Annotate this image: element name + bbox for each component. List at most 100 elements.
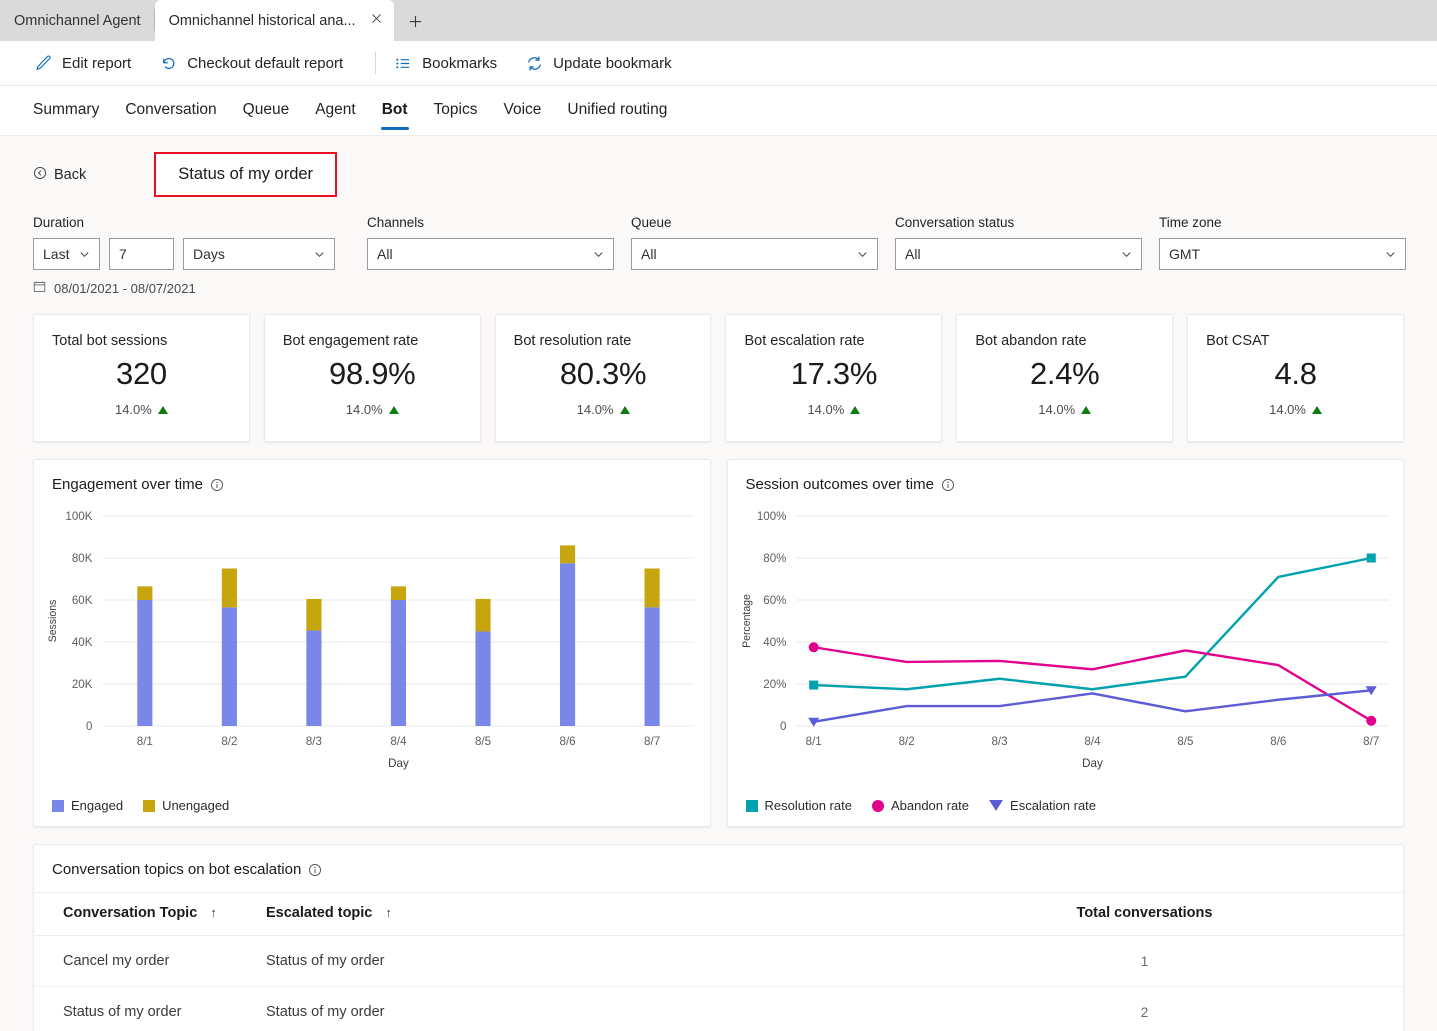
kpi-card-bot-abandon-rate[interactable]: Bot abandon rate 2.4% 14.0% [956, 314, 1174, 442]
svg-text:Day: Day [1082, 758, 1103, 770]
time-zone-value: GMT [1169, 246, 1201, 262]
cell-escalated-topic: Status of my order [266, 986, 886, 1031]
plus-icon[interactable] [400, 6, 432, 36]
engagement-bar-chart[interactable]: 0 20K 40K 60K 80K 100K 8/1 8/2 8/3 8/4 8/5 8/6 8/7 Da… [34, 498, 710, 788]
column-header-escalated-topic[interactable]: Escalated topic ↑ [266, 892, 886, 936]
nav-tab-label: Conversation [125, 100, 217, 118]
back-button[interactable]: Back [33, 166, 86, 184]
kpi-card-bot-csat[interactable]: Bot CSAT 4.8 14.0% [1187, 314, 1404, 442]
kpi-delta-text: 14.0% [114, 402, 152, 417]
queue-select[interactable]: All [631, 238, 878, 270]
browser-tab-1[interactable]: Omnichannel historical ana... [154, 0, 394, 41]
kpi-card-bot-resolution-rate[interactable]: Bot resolution rate 80.3% 14.0% [494, 314, 712, 442]
tab-topics[interactable]: Topics [434, 101, 478, 121]
info-icon[interactable] [210, 478, 224, 492]
svg-text:8/2: 8/2 [898, 736, 914, 748]
time-zone-filter-group: Time zone GMT [1159, 215, 1406, 270]
update-bookmark-button[interactable]: Update bookmark [525, 54, 687, 73]
info-icon[interactable] [941, 478, 955, 492]
channels-select[interactable]: All [367, 238, 614, 270]
kpi-title: Bot resolution rate [513, 333, 632, 349]
trend-up-icon [1081, 405, 1092, 414]
kpi-delta: 14.0% [975, 402, 1154, 417]
tab-summary[interactable]: Summary [33, 101, 99, 121]
back-label: Back [54, 166, 87, 183]
browser-tab-0[interactable]: Omnichannel Agent [0, 0, 155, 41]
edit-report-button[interactable]: Edit report [34, 54, 147, 73]
tab-unified-routing[interactable]: Unified routing [567, 101, 667, 121]
cell-total-conversations: 1 [886, 935, 1403, 987]
kpi-value: 320 [116, 356, 167, 391]
column-label: Conversation Topic [63, 905, 198, 921]
nav-tab-label: Summary [33, 100, 100, 118]
filter-bar: Duration Last 7 Days Channels All Queue … [0, 197, 1437, 270]
tab-voice[interactable]: Voice [503, 101, 541, 121]
trend-up-icon [850, 405, 861, 414]
bookmarks-button[interactable]: Bookmarks [394, 54, 513, 73]
column-label: Escalated topic [266, 905, 373, 921]
queue-label: Queue [631, 215, 672, 230]
duration-mode-value: Last [43, 246, 70, 262]
chart-title: Session outcomes over time [745, 476, 934, 493]
engagement-over-time-panel: Engagement over time 0 20K 40K 60K 80K 100K 8/… [33, 459, 711, 827]
chevron-down-icon [80, 251, 89, 257]
undo-icon [159, 54, 178, 73]
svg-text:8/3: 8/3 [991, 736, 1007, 748]
kpi-delta-text: 14.0% [345, 402, 383, 417]
kpi-card-total-bot-sessions[interactable]: Total bot sessions 320 14.0% [33, 314, 250, 442]
sort-ascending-icon: ↑ [210, 905, 217, 920]
svg-text:8/5: 8/5 [1177, 736, 1193, 748]
column-header-total-conversations[interactable]: Total conversations [886, 892, 1403, 936]
duration-unit-select[interactable]: Days [183, 238, 335, 270]
kpi-card-bot-engagement-rate[interactable]: Bot engagement rate 98.9% 14.0% [263, 314, 481, 442]
table-row[interactable]: Cancel my order Status of my order 1 [34, 935, 1403, 987]
command-label: Edit report [62, 54, 132, 72]
checkout-default-report-button[interactable]: Checkout default report [159, 54, 359, 73]
page-title: Status of my order [154, 152, 338, 197]
legend-label: Engaged [71, 798, 124, 813]
page-header-row: Back Status of my order [0, 136, 1437, 197]
nav-tab-label: Bot [381, 100, 408, 118]
svg-text:Day: Day [388, 758, 409, 770]
tab-bot[interactable]: Bot [380, 100, 409, 130]
tab-queue[interactable]: Queue [243, 101, 290, 121]
legend-item-resolution-rate[interactable]: Resolution rate [745, 798, 852, 813]
legend-item-engaged[interactable]: Engaged [52, 798, 123, 813]
legend-item-unengaged[interactable]: Unengaged [143, 798, 229, 813]
kpi-card-bot-escalation-rate[interactable]: Bot escalation rate 17.3% 14.0% [725, 314, 943, 442]
table-row[interactable]: Status of my order Status of my order 2 [34, 986, 1403, 1031]
duration-amount-value: 7 [119, 246, 127, 262]
svg-text:Sessions: Sessions [47, 600, 59, 643]
trend-up-icon [157, 405, 168, 414]
refresh-icon [525, 54, 544, 73]
legend-swatch [143, 799, 156, 812]
close-icon[interactable] [368, 12, 386, 30]
channels-value: All [377, 246, 393, 262]
kpi-title: Bot CSAT [1206, 333, 1270, 349]
trend-up-icon [388, 405, 399, 414]
tab-conversation[interactable]: Conversation [125, 101, 216, 121]
chevron-down-icon [1386, 251, 1395, 257]
cell-conversation-topic: Cancel my order [34, 935, 266, 987]
svg-text:8/4: 8/4 [390, 736, 407, 748]
tab-agent[interactable]: Agent [315, 101, 356, 121]
kpi-delta: 14.0% [514, 402, 693, 417]
info-icon[interactable] [308, 863, 322, 877]
legend-item-escalation-rate[interactable]: Escalation rate [989, 798, 1096, 813]
duration-amount-input[interactable]: 7 [109, 238, 174, 270]
conversation-status-value: All [905, 246, 921, 262]
chevron-down-icon [315, 251, 324, 257]
duration-filter-group: Duration Last 7 Days [33, 215, 335, 270]
svg-text:8/5: 8/5 [475, 736, 491, 748]
time-zone-select[interactable]: GMT [1159, 238, 1406, 270]
bar-chart-legend: Engaged Unengaged [52, 798, 229, 813]
duration-mode-select[interactable]: Last [33, 238, 100, 270]
legend-item-abandon-rate[interactable]: Abandon rate [871, 798, 969, 813]
conversation-status-select[interactable]: All [895, 238, 1142, 270]
channels-label: Channels [367, 215, 425, 230]
conversation-status-filter-group: Conversation status All [895, 215, 1142, 270]
kpi-delta: 14.0% [1206, 402, 1385, 417]
legend-label: Resolution rate [764, 798, 852, 813]
session-outcomes-line-chart[interactable]: 0 20% 40% 60% 80% 100% 8/1 8/2 8/3 8/4 8/5 8/6 8/7 Da… [728, 498, 1404, 788]
column-header-conversation-topic[interactable]: Conversation Topic ↑ [34, 892, 266, 936]
